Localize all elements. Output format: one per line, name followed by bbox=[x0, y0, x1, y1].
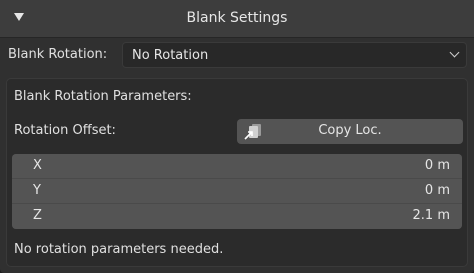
rotation-parameters-heading: Blank Rotation Parameters: bbox=[14, 89, 192, 104]
panel-header[interactable]: Blank Settings bbox=[0, 0, 474, 38]
panel-title: Blank Settings bbox=[186, 10, 288, 26]
rotation-offset-label: Rotation Offset: bbox=[14, 123, 116, 138]
offset-z-value: 2.1 m bbox=[412, 208, 450, 223]
no-parameters-message: No rotation parameters needed. bbox=[14, 242, 224, 257]
offset-y-field[interactable]: Y 0 m bbox=[12, 179, 462, 203]
blank-settings-panel: Blank Settings Blank Rotation: No Rotati… bbox=[0, 0, 474, 273]
offset-z-field[interactable]: Z 2.1 m bbox=[12, 204, 462, 229]
copy-location-label: Copy Loc. bbox=[318, 123, 382, 138]
blank-rotation-value: No Rotation bbox=[132, 48, 209, 63]
offset-y-value: 0 m bbox=[424, 183, 450, 198]
offset-x-value: 0 m bbox=[424, 158, 450, 173]
offset-z-axis-label: Z bbox=[33, 208, 42, 223]
chevron-down-icon bbox=[449, 47, 460, 58]
offset-x-axis-label: X bbox=[33, 158, 42, 173]
offset-y-axis-label: Y bbox=[33, 183, 41, 198]
copy-location-button[interactable]: Copy Loc. bbox=[237, 119, 463, 144]
blank-rotation-label: Blank Rotation: bbox=[8, 47, 108, 62]
blank-rotation-dropdown[interactable]: No Rotation bbox=[122, 42, 467, 68]
rotation-offset-vector: X 0 m Y 0 m Z 2.1 m bbox=[12, 154, 462, 229]
offset-x-field[interactable]: X 0 m bbox=[12, 154, 462, 178]
